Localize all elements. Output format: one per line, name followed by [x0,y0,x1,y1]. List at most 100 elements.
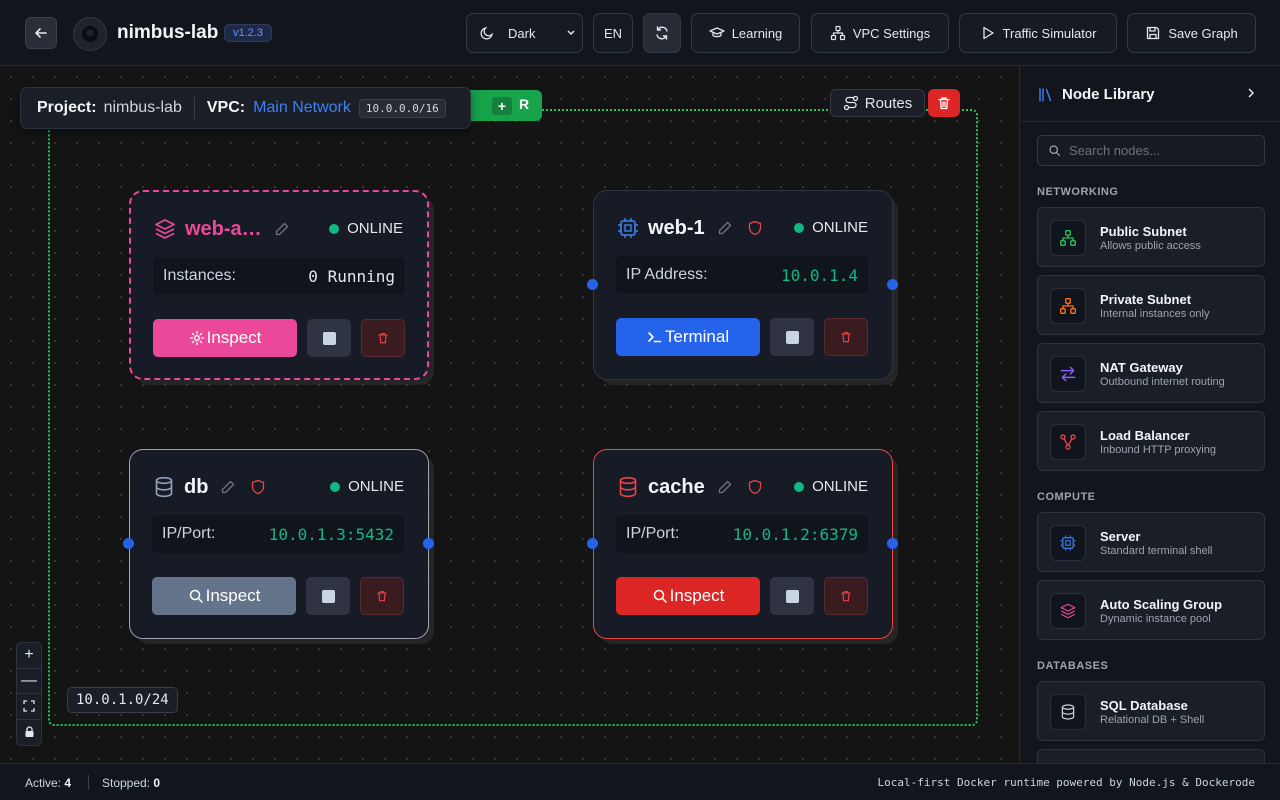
node-library-sidebar: Node Library NETWORKING Public Subnet Al… [1019,66,1280,763]
security-group-button[interactable] [747,220,763,236]
routes-button[interactable]: Routes [830,89,925,117]
status-badge: ONLINE [329,220,403,237]
save-graph-button[interactable]: Save Graph [1127,13,1256,53]
refresh-button[interactable] [643,13,681,53]
vpc-name-link[interactable]: Main Network [253,99,351,117]
connection-handle[interactable] [887,279,898,290]
library-item-public-subnet[interactable]: Public Subnet Allows public access [1037,207,1265,267]
inspect-button[interactable]: Inspect [153,319,297,357]
item-desc: Relational DB + Shell [1100,714,1205,726]
edit-name-button[interactable] [274,221,290,237]
top-header: nimbus-lab v1.2.3 Dark EN Learning VPC S… [0,0,1280,66]
lock-button[interactable] [17,720,41,746]
status-footer: Active: 4 Stopped: 0 Local-first Docker … [0,763,1280,800]
edit-name-button[interactable] [717,220,733,236]
stop-button[interactable] [306,577,350,615]
delete-vpc-button[interactable] [928,89,960,117]
theme-select-value: Dark [508,25,536,41]
terminal-icon [648,332,662,343]
node-web-asg[interactable]: web-a… ONLINE Instances: 0 Running Inspe… [129,190,429,380]
vpc-settings-button[interactable]: VPC Settings [811,13,949,53]
vpc-tag[interactable]: + R [466,90,542,121]
inspect-button[interactable]: Inspect [152,577,296,615]
section-networking: NETWORKING [1037,186,1119,198]
library-item-private-subnet[interactable]: Private Subnet Internal instances only [1037,275,1265,335]
stopped-label: Stopped: [102,776,151,790]
language-button[interactable]: EN [593,13,633,53]
avatar[interactable] [73,17,107,51]
status-badge: ONLINE [794,219,868,236]
library-item-load-balancer[interactable]: Load Balancer Inbound HTTP proxying [1037,411,1265,471]
back-button[interactable] [25,17,57,49]
node-web-1[interactable]: web-1 ONLINE IP Address: 10.0.1.4 Termin… [593,190,893,380]
zoom-in-button[interactable]: + [17,643,41,669]
network-icon [1060,230,1076,246]
delete-node-button[interactable] [824,318,868,356]
security-group-button[interactable] [747,479,763,495]
item-icon-box [1050,220,1086,256]
node-search-input[interactable] [1069,143,1249,158]
lock-icon [25,726,33,738]
search-icon [653,589,667,603]
learning-button[interactable]: Learning [691,13,800,53]
item-title: Auto Scaling Group [1100,597,1223,612]
add-subnet-button[interactable]: + [492,97,512,115]
traffic-simulator-button[interactable]: Traffic Simulator [959,13,1117,53]
graduation-cap-icon [709,27,725,38]
active-label: Active: [25,776,62,790]
item-icon-box [1050,694,1086,730]
database-icon [1061,704,1075,720]
collapse-sidebar-button[interactable] [1244,86,1258,100]
project-bar: Project: nimbus-lab VPC: Main Network 10… [20,87,471,129]
fit-view-button[interactable] [17,694,41,720]
inspect-button[interactable]: Inspect [616,577,760,615]
save-icon [1147,26,1160,40]
node-search-field[interactable] [1037,135,1265,166]
delete-node-button[interactable] [824,577,868,615]
delete-node-button[interactable] [360,577,404,615]
library-item-sql-database[interactable]: SQL Database Relational DB + Shell [1037,681,1265,741]
stop-icon [322,331,336,345]
connection-handle[interactable] [587,279,598,290]
stop-button[interactable] [307,319,351,357]
item-desc: Internal instances only [1100,308,1210,320]
library-item-nat-gateway[interactable]: NAT Gateway Outbound internet routing [1037,343,1265,403]
layers-icon [1060,603,1076,619]
node-info: IP Address: 10.0.1.4 [616,256,868,294]
item-title: Public Subnet [1100,224,1187,239]
moon-icon [480,26,494,40]
node-name: db [184,475,209,498]
stop-icon [785,589,799,603]
save-graph-button-label: Save Graph [1168,25,1238,41]
item-title: SQL Database [1100,698,1188,713]
library-item-auto-scaling-group[interactable]: Auto Scaling Group Dynamic instance pool [1037,580,1265,640]
item-desc: Dynamic instance pool [1100,613,1211,625]
graph-canvas[interactable]: + R Project: nimbus-lab VPC: Main Networ… [0,66,1019,763]
status-text: ONLINE [812,478,868,495]
node-name: cache [648,475,705,498]
security-group-button[interactable] [250,479,266,495]
delete-node-button[interactable] [361,319,405,357]
connection-handle[interactable] [423,538,434,549]
trash-icon [378,333,388,344]
fit-view-icon [23,700,35,712]
library-item-partial[interactable] [1037,749,1265,763]
node-db[interactable]: db ONLINE IP/Port: 10.0.1.3:5432 Inspect [129,449,429,639]
edit-name-button[interactable] [717,479,733,495]
connection-handle[interactable] [587,538,598,549]
edit-name-button[interactable] [220,479,236,495]
shield-icon [252,479,265,495]
library-icon [1039,87,1052,102]
connection-handle[interactable] [887,538,898,549]
inspect-button-label: Inspect [206,328,262,347]
terminal-button[interactable]: Terminal [616,318,760,356]
chevron-down-icon [567,30,575,36]
node-cache[interactable]: cache ONLINE IP/Port: 10.0.1.2:6379 Insp… [593,449,893,639]
library-item-server[interactable]: Server Standard terminal shell [1037,512,1265,572]
stop-button[interactable] [770,318,814,356]
theme-select[interactable]: Dark [466,13,583,53]
zoom-out-button[interactable]: — [17,669,41,694]
connection-handle[interactable] [123,538,134,549]
sidebar-title: Node Library [1062,86,1155,103]
stop-button[interactable] [770,577,814,615]
